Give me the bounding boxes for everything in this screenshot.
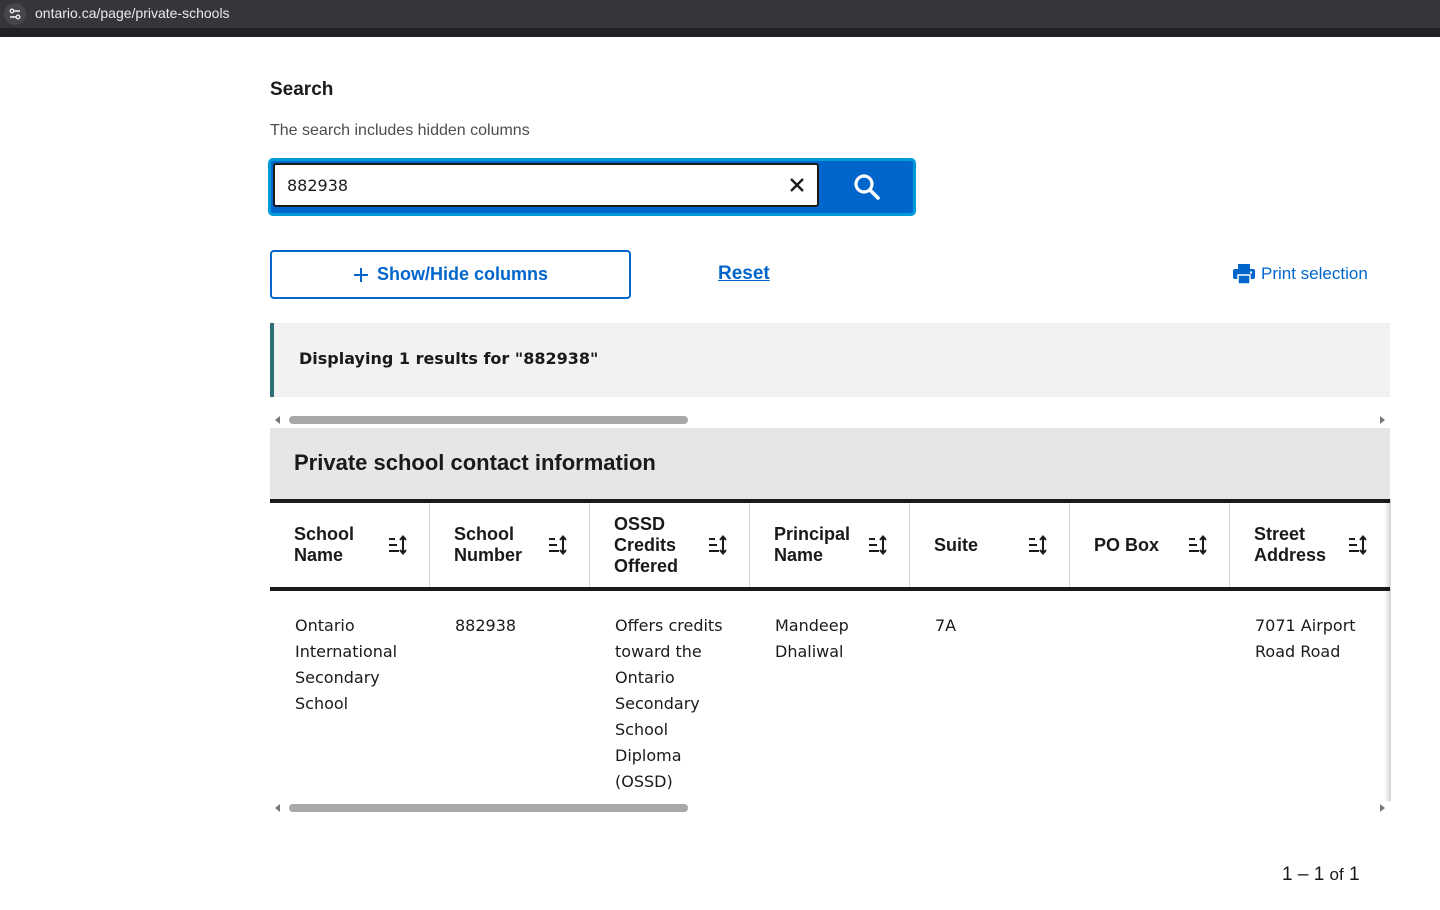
reset-link[interactable]: Reset: [718, 263, 770, 285]
column-header-school-name[interactable]: School Name: [270, 503, 430, 587]
clear-search-button[interactable]: [785, 173, 809, 197]
column-header-label: School Number: [454, 524, 523, 565]
cell-principal-name: Mandeep Dhaliwal: [775, 616, 849, 661]
scrollbar-thumb[interactable]: [289, 804, 688, 812]
pagination-of: of: [1329, 865, 1344, 884]
sort-icon[interactable]: [1188, 535, 1208, 555]
print-selection-label: Print selection: [1261, 264, 1368, 283]
search-input[interactable]: [273, 163, 819, 207]
pagination-range: 1 – 1: [1282, 864, 1325, 885]
column-header-label: Suite: [934, 534, 979, 555]
sort-icon[interactable]: [868, 535, 888, 555]
table-bottom-scrollbar[interactable]: [270, 801, 1390, 815]
cell-suite: 7A: [935, 616, 957, 635]
cell-street-address: 7071 Airport Road Road: [1255, 616, 1356, 661]
sort-icon[interactable]: [388, 535, 408, 555]
search-heading: Search: [270, 79, 334, 100]
results-status-callout: Displaying 1 results for "882938": [270, 323, 1390, 397]
sort-icon[interactable]: [1028, 535, 1048, 555]
site-settings-icon[interactable]: [4, 3, 26, 25]
url-text[interactable]: ontario.ca/page/private-schools: [35, 5, 230, 21]
search-icon: [854, 174, 880, 200]
table-row: Ontario International Secondary School 8…: [270, 591, 1390, 801]
plus-icon: [353, 267, 368, 282]
column-header-po-box[interactable]: PO Box: [1070, 503, 1230, 587]
cell-school-number: 882938: [455, 616, 517, 635]
scroll-right-arrow-icon[interactable]: [1380, 416, 1385, 424]
search-hint: The search includes hidden columns: [270, 122, 530, 139]
browser-toolbar-edge: [0, 28, 1440, 37]
column-header-label: PO Box: [1094, 534, 1160, 555]
browser-address-bar: ontario.ca/page/private-schools: [0, 0, 1440, 28]
column-header-suite[interactable]: Suite: [910, 503, 1070, 587]
column-header-label: Principal Name: [774, 524, 851, 565]
sort-icon[interactable]: [1348, 535, 1368, 555]
column-header-label: OSSD Credits Offered: [614, 513, 679, 576]
print-selection-link[interactable]: Print selection: [1233, 264, 1368, 284]
sort-icon[interactable]: [548, 535, 568, 555]
table-caption: Private school contact information: [270, 428, 1390, 499]
sort-icon[interactable]: [708, 535, 728, 555]
table-top-scrollbar[interactable]: [270, 413, 1390, 427]
column-header-principal-name[interactable]: Principal Name: [750, 503, 910, 587]
column-header-label: Street Address: [1254, 524, 1327, 565]
show-hide-columns-button[interactable]: Show/Hide columns: [270, 250, 631, 299]
printer-icon: [1233, 264, 1255, 284]
scroll-left-arrow-icon[interactable]: [275, 416, 280, 424]
pagination-total: 1: [1349, 864, 1360, 885]
table-header-row: School Name School Number OSSD Credits O…: [270, 499, 1390, 591]
table-scroll-shadow: [1384, 499, 1391, 801]
cell-school-name: Ontario International Secondary School: [295, 616, 398, 713]
column-header-label: School Name: [294, 524, 355, 565]
column-header-ossd-credits[interactable]: OSSD Credits Offered: [590, 503, 750, 587]
pagination-summary: 1 – 1 of 1: [1282, 864, 1360, 886]
close-icon: [790, 178, 804, 192]
scrollbar-thumb[interactable]: [289, 416, 688, 424]
column-header-school-number[interactable]: School Number: [430, 503, 590, 587]
scroll-right-arrow-icon[interactable]: [1380, 804, 1385, 812]
cell-ossd-credits: Offers credits toward the Ontario Second…: [615, 616, 723, 791]
table-caption-text: Private school contact information: [294, 450, 656, 475]
column-header-street-address[interactable]: Street Address: [1230, 503, 1390, 587]
results-message: Displaying 1 results for "882938": [299, 349, 599, 368]
search-form: [268, 158, 916, 216]
search-submit-button[interactable]: [821, 161, 913, 213]
scroll-left-arrow-icon[interactable]: [275, 804, 280, 812]
show-hide-columns-label: Show/Hide columns: [376, 264, 549, 284]
